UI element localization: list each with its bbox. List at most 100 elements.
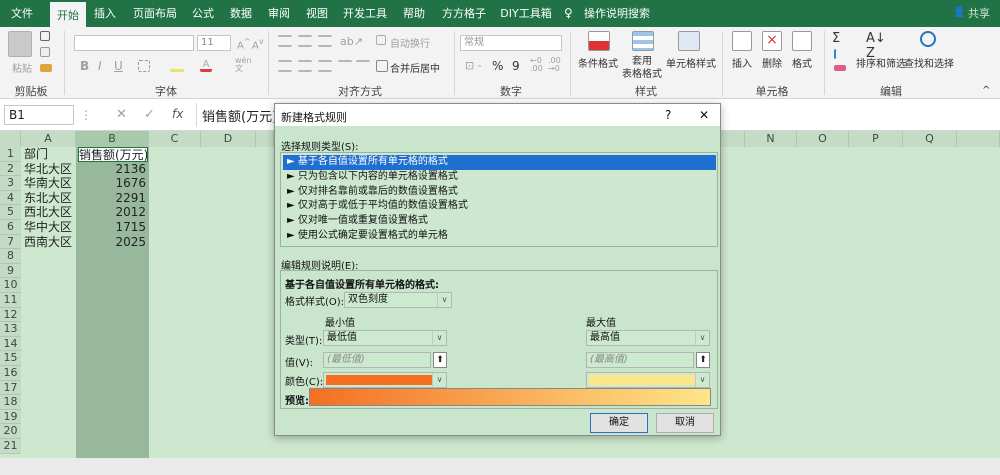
table-cell[interactable]: 2025 — [78, 235, 146, 250]
align-left-icon[interactable] — [278, 60, 292, 72]
format-cells-button[interactable]: 格式 — [792, 55, 812, 70]
cancel-button[interactable]: 取消 — [656, 413, 714, 433]
percent-button[interactable]: % — [492, 59, 503, 73]
formula-content[interactable]: 销售额(万元) — [202, 106, 277, 125]
format-cells-icon[interactable] — [792, 31, 812, 51]
insert-cells-button[interactable]: 插入 — [732, 55, 752, 70]
sort-filter-button[interactable]: 排序和筛选 — [856, 55, 906, 70]
tab-formulas[interactable]: 公式 — [186, 0, 220, 27]
row-header[interactable]: 6 — [0, 220, 21, 235]
column-header-b[interactable]: B — [76, 131, 149, 147]
align-center-icon[interactable] — [298, 60, 312, 72]
table-cell[interactable]: 1676 — [78, 176, 146, 191]
rule-type-list[interactable]: ► 基于各自值设置所有单元格的格式 ► 只为包含以下内容的单元格设置格式 ► 仅… — [280, 152, 718, 247]
table-cell[interactable]: 华南大区 — [24, 176, 72, 191]
ok-button[interactable]: 确定 — [590, 413, 648, 433]
row-header[interactable]: 17 — [0, 380, 21, 396]
increase-decimal-icon[interactable]: ←0.00 — [530, 57, 543, 73]
max-type-select[interactable]: 最高值 ∨ — [586, 330, 710, 346]
help-button[interactable]: ? — [665, 108, 671, 122]
conditional-formatting-button[interactable]: 条件格式 — [578, 55, 618, 70]
paste-button[interactable]: 粘贴 — [12, 60, 32, 75]
fill-icon[interactable] — [834, 49, 844, 59]
confirm-entry-icon[interactable]: ✓ — [144, 107, 155, 122]
italic-button[interactable]: I — [98, 59, 102, 73]
tab-home[interactable]: 开始 — [50, 0, 86, 27]
phonetic-icon[interactable]: wén 文 — [235, 57, 252, 73]
tab-review[interactable]: 审阅 — [262, 0, 296, 27]
row-header[interactable]: 9 — [0, 263, 21, 279]
column-header-e[interactable] — [256, 131, 274, 147]
decrease-decimal-icon[interactable]: .00 →0 — [548, 57, 561, 73]
rule-type-option[interactable]: ► 使用公式确定要设置格式的单元格 — [283, 229, 716, 244]
table-cell[interactable]: 2136 — [78, 162, 146, 177]
rule-type-option-selected[interactable]: ► 基于各自值设置所有单元格的格式 — [283, 155, 716, 170]
column-header-a[interactable]: A — [21, 131, 76, 147]
column-header-d[interactable]: D — [201, 131, 256, 147]
delete-cells-icon[interactable]: × — [762, 31, 782, 51]
table-cell[interactable]: 西南大区 — [24, 235, 72, 250]
row-header[interactable]: 16 — [0, 366, 21, 381]
grow-font-icon[interactable]: A^ — [237, 36, 251, 51]
cut-icon[interactable] — [40, 31, 50, 41]
tab-insert[interactable]: 插入 — [88, 0, 122, 27]
column-header-n[interactable]: N — [745, 131, 797, 147]
copy-icon[interactable] — [40, 47, 50, 57]
rule-type-option[interactable]: ► 只为包含以下内容的单元格设置格式 — [283, 170, 716, 185]
tab-view[interactable]: 视图 — [300, 0, 334, 27]
row-header[interactable]: 8 — [0, 249, 21, 264]
min-type-select[interactable]: 最低值 ∨ — [323, 330, 447, 346]
row-header[interactable]: 11 — [0, 293, 21, 308]
column-header-r[interactable] — [957, 131, 1000, 147]
number-format-combo[interactable]: 常规 — [460, 35, 562, 51]
comma-button[interactable]: 9 — [512, 59, 520, 73]
tab-file[interactable]: 文件 — [0, 0, 44, 27]
tab-help[interactable]: 帮助 — [396, 0, 432, 27]
rule-type-option[interactable]: ► 仅对排名靠前或靠后的数值设置格式 — [283, 185, 716, 200]
collapse-dialog-icon[interactable]: ⬆ — [433, 352, 447, 368]
orientation-icon[interactable]: ab↗ — [340, 35, 363, 48]
row-header[interactable]: 1 — [0, 147, 21, 162]
column-header-q[interactable]: Q — [903, 131, 957, 147]
row-header[interactable]: 18 — [0, 395, 21, 410]
table-cell[interactable]: 华中大区 — [24, 220, 72, 235]
collapse-dialog-icon[interactable]: ⬆ — [696, 352, 710, 368]
cell-a1[interactable]: 部门 — [24, 147, 48, 162]
align-top-icon[interactable] — [278, 35, 292, 47]
find-select-icon[interactable] — [920, 31, 936, 47]
row-header[interactable]: 13 — [0, 322, 21, 337]
row-header[interactable]: 15 — [0, 351, 21, 366]
tab-data[interactable]: 数据 — [224, 0, 258, 27]
share-button[interactable]: 共享 — [964, 0, 994, 27]
tab-diy[interactable]: DIY工具箱 — [498, 0, 554, 27]
row-header[interactable]: 3 — [0, 176, 21, 191]
format-style-select[interactable]: 双色刻度 ∨ — [344, 292, 452, 308]
row-header[interactable]: 7 — [0, 234, 21, 250]
insert-function-button[interactable]: fx — [172, 107, 183, 121]
tab-developer[interactable]: 开发工具 — [340, 0, 390, 27]
row-header[interactable]: 19 — [0, 409, 21, 425]
underline-button[interactable]: U — [114, 59, 123, 73]
name-box[interactable]: B1 — [4, 105, 74, 125]
tab-page-layout[interactable]: 页面布局 — [126, 0, 184, 27]
format-as-table-button[interactable]: 套用 表格格式 — [622, 55, 662, 81]
autosum-icon[interactable]: Σ — [832, 31, 840, 46]
format-as-table-icon[interactable] — [632, 31, 654, 51]
cell-styles-icon[interactable] — [678, 31, 700, 51]
font-name-combo[interactable] — [74, 35, 194, 51]
row-header[interactable]: 4 — [0, 190, 21, 206]
table-cell[interactable]: 华北大区 — [24, 162, 72, 177]
paste-icon[interactable] — [8, 31, 32, 57]
border-icon[interactable] — [138, 60, 150, 72]
cell-b1[interactable]: 销售额(万元) — [78, 147, 148, 162]
rule-type-option[interactable]: ► 仅对唯一值或重复值设置格式 — [283, 214, 716, 229]
table-cell[interactable]: 2291 — [78, 191, 146, 206]
align-middle-icon[interactable] — [298, 35, 312, 47]
wrap-text-button[interactable]: 自动换行 — [390, 35, 430, 50]
row-header[interactable]: 21 — [0, 439, 21, 454]
merge-center-button[interactable]: 合并后居中 — [390, 60, 440, 75]
max-value-input[interactable]: (最高值) — [586, 352, 694, 368]
row-header[interactable]: 5 — [0, 205, 21, 220]
align-right-icon[interactable] — [318, 60, 332, 72]
min-value-input[interactable]: (最低值) — [323, 352, 431, 368]
